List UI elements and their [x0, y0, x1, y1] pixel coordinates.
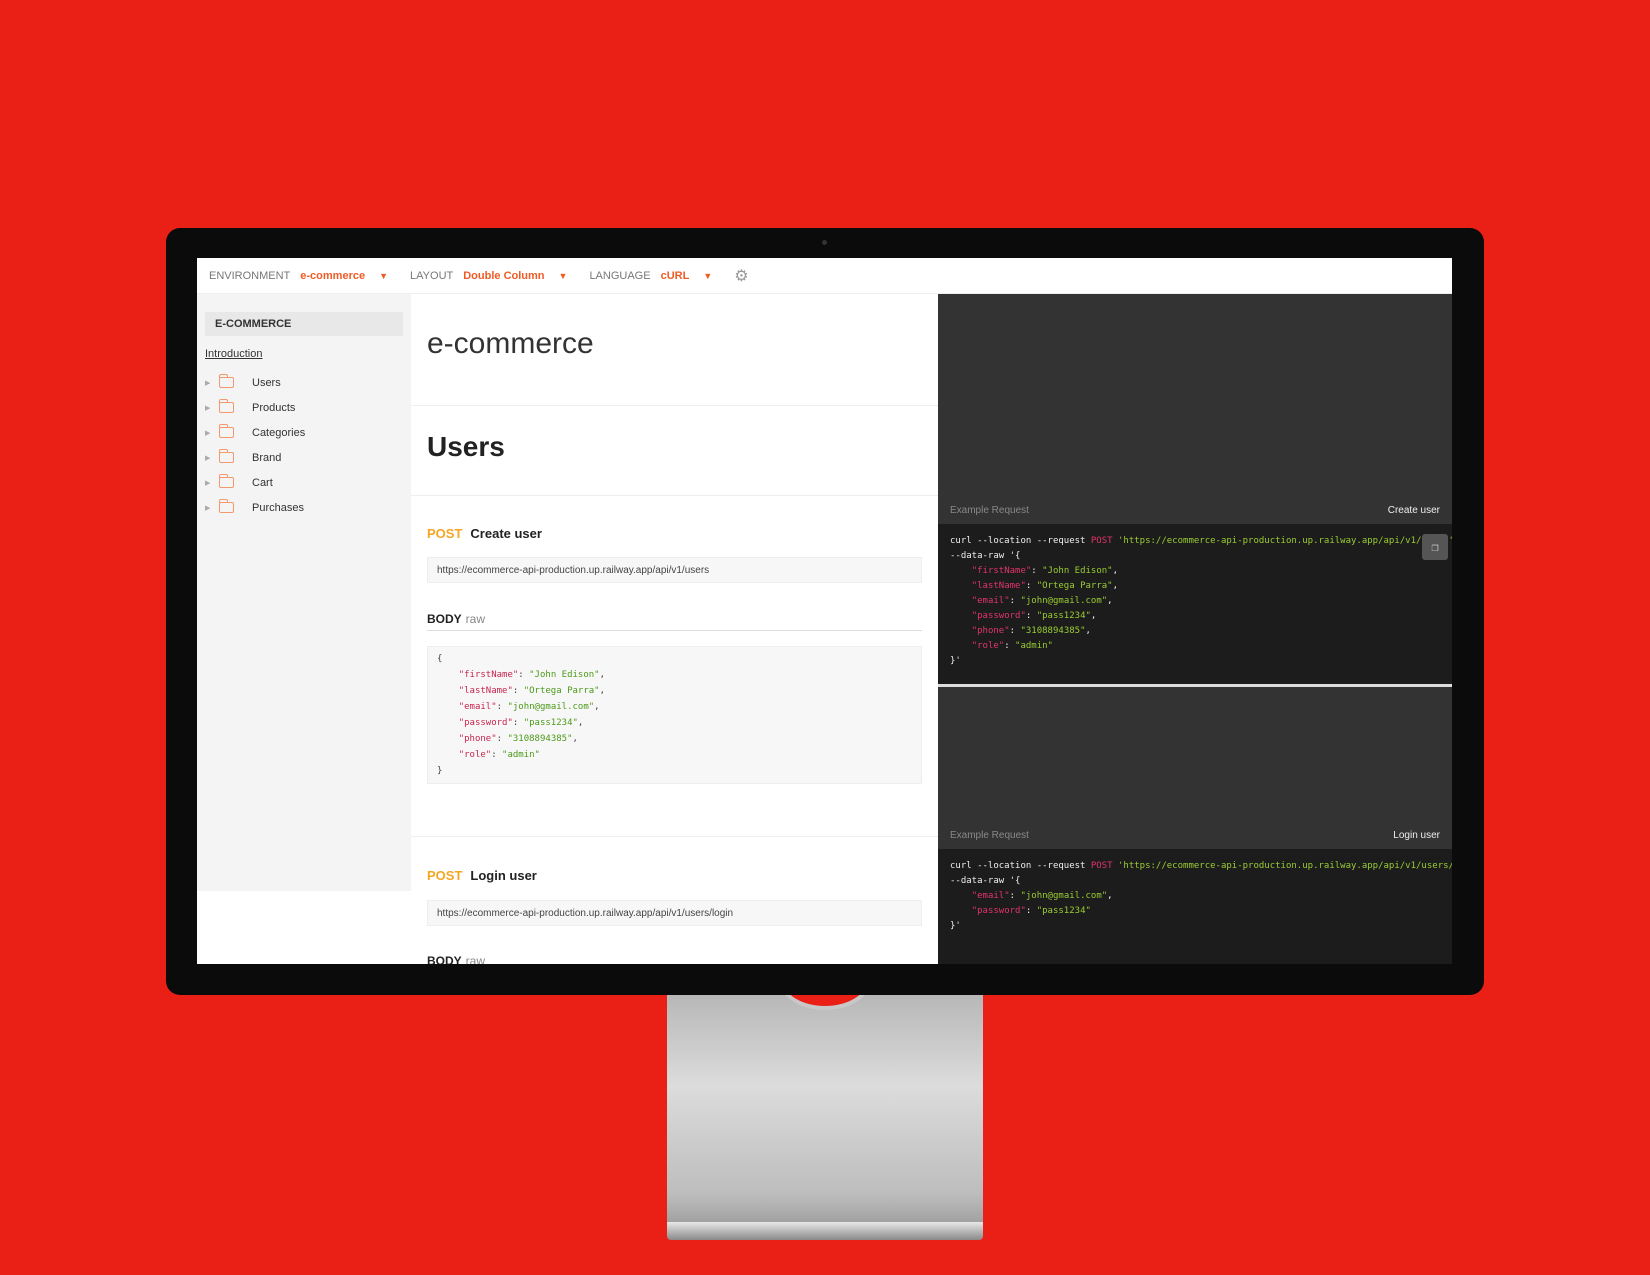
introduction-link[interactable]: Introduction [205, 348, 411, 360]
divider [411, 836, 938, 837]
request-name: Login user [470, 868, 537, 883]
sidebar-item[interactable]: ▶ Users [205, 370, 411, 395]
environment-label: ENVIRONMENT [209, 269, 291, 282]
sidebar-item-label: Cart [252, 476, 273, 489]
sidebar: E-COMMERCE Introduction ▶ Users ▶ Products ▶… [197, 294, 411, 891]
sidebar-item[interactable]: ▶ Products [205, 395, 411, 420]
request-name: Create user [470, 526, 542, 541]
camera [822, 240, 827, 245]
copy-icon[interactable]: ❐ [1422, 534, 1448, 560]
example-code[interactable]: curl --location --request POST 'https://… [938, 524, 1452, 684]
top-bar: ENVIRONMENT e-commerce ▼ LAYOUT Double C… [197, 258, 1452, 294]
language-label: LANGUAGE [589, 269, 651, 282]
expand-arrow-icon[interactable]: ▶ [205, 454, 219, 462]
layout-select[interactable]: Double Column [463, 270, 544, 282]
method-badge: POST [427, 526, 463, 541]
folder-icon [218, 474, 234, 488]
sidebar-item-label: Purchases [252, 501, 304, 514]
caret-down-icon[interactable]: ▼ [703, 271, 712, 281]
example-name: Create user [1387, 505, 1440, 516]
request-url[interactable]: https://ecommerce-api-production.up.rail… [427, 557, 922, 583]
environment-select[interactable]: e-commerce [300, 270, 365, 282]
example-header: Example Request Create user [950, 505, 1440, 516]
request-url[interactable]: https://ecommerce-api-production.up.rail… [427, 900, 922, 926]
sidebar-item-label: Products [252, 401, 296, 414]
expand-arrow-icon[interactable]: ▶ [205, 504, 219, 512]
body-mode: raw [465, 612, 486, 626]
monitor-base [667, 1222, 983, 1240]
monitor-stand [667, 950, 983, 1230]
folder-icon [218, 449, 234, 463]
expand-arrow-icon[interactable]: ▶ [205, 429, 219, 437]
example-code[interactable]: curl --location --request POST 'https://… [938, 849, 1452, 964]
folder-icon [218, 424, 234, 438]
expand-arrow-icon[interactable]: ▶ [205, 379, 219, 387]
scrollbar[interactable] [938, 684, 1452, 687]
layout-label: LAYOUT [410, 269, 454, 282]
expand-arrow-icon[interactable]: ▶ [205, 479, 219, 487]
expand-arrow-icon[interactable]: ▶ [205, 404, 219, 412]
screen: ENVIRONMENT e-commerce ▼ LAYOUT Double C… [197, 258, 1452, 964]
example-header: Example Request Login user [950, 830, 1440, 841]
divider [411, 405, 938, 406]
method-badge: POST [427, 868, 463, 883]
page-title: e-commerce [427, 327, 594, 360]
gear-icon[interactable]: ⚙ [734, 266, 748, 286]
request-title: POST Create user [427, 526, 542, 541]
folder-icon [218, 399, 234, 413]
sidebar-item[interactable]: ▶ Categories [205, 420, 411, 445]
main-content: e-commerce Users POST Create user https:/… [411, 294, 938, 964]
body-label: BODY raw [427, 612, 922, 631]
sidebar-item[interactable]: ▶ Purchases [205, 495, 411, 520]
section-title: Users [427, 431, 505, 462]
collection-heading: E-COMMERCE [205, 312, 403, 336]
request-title: POST Login user [427, 868, 537, 883]
request-body[interactable]: { "firstName": "John Edison", "lastName"… [427, 646, 922, 784]
example-name: Login user [1393, 830, 1440, 841]
body-label: BODY raw [427, 954, 922, 964]
sidebar-item-label: Users [252, 376, 281, 389]
folder-icon [218, 499, 234, 513]
sidebar-item[interactable]: ▶ Brand [205, 445, 411, 470]
folder-icon [218, 374, 234, 388]
body-mode: raw [465, 954, 486, 964]
sidebar-item[interactable]: ▶ Cart [205, 470, 411, 495]
caret-down-icon[interactable]: ▼ [379, 271, 388, 281]
language-select[interactable]: cURL [661, 270, 690, 282]
sidebar-item-label: Brand [252, 451, 282, 464]
divider [411, 495, 938, 496]
example-panel: Example Request Create user curl --locati… [938, 294, 1452, 964]
sidebar-item-label: Categories [252, 426, 306, 439]
caret-down-icon[interactable]: ▼ [559, 271, 568, 281]
